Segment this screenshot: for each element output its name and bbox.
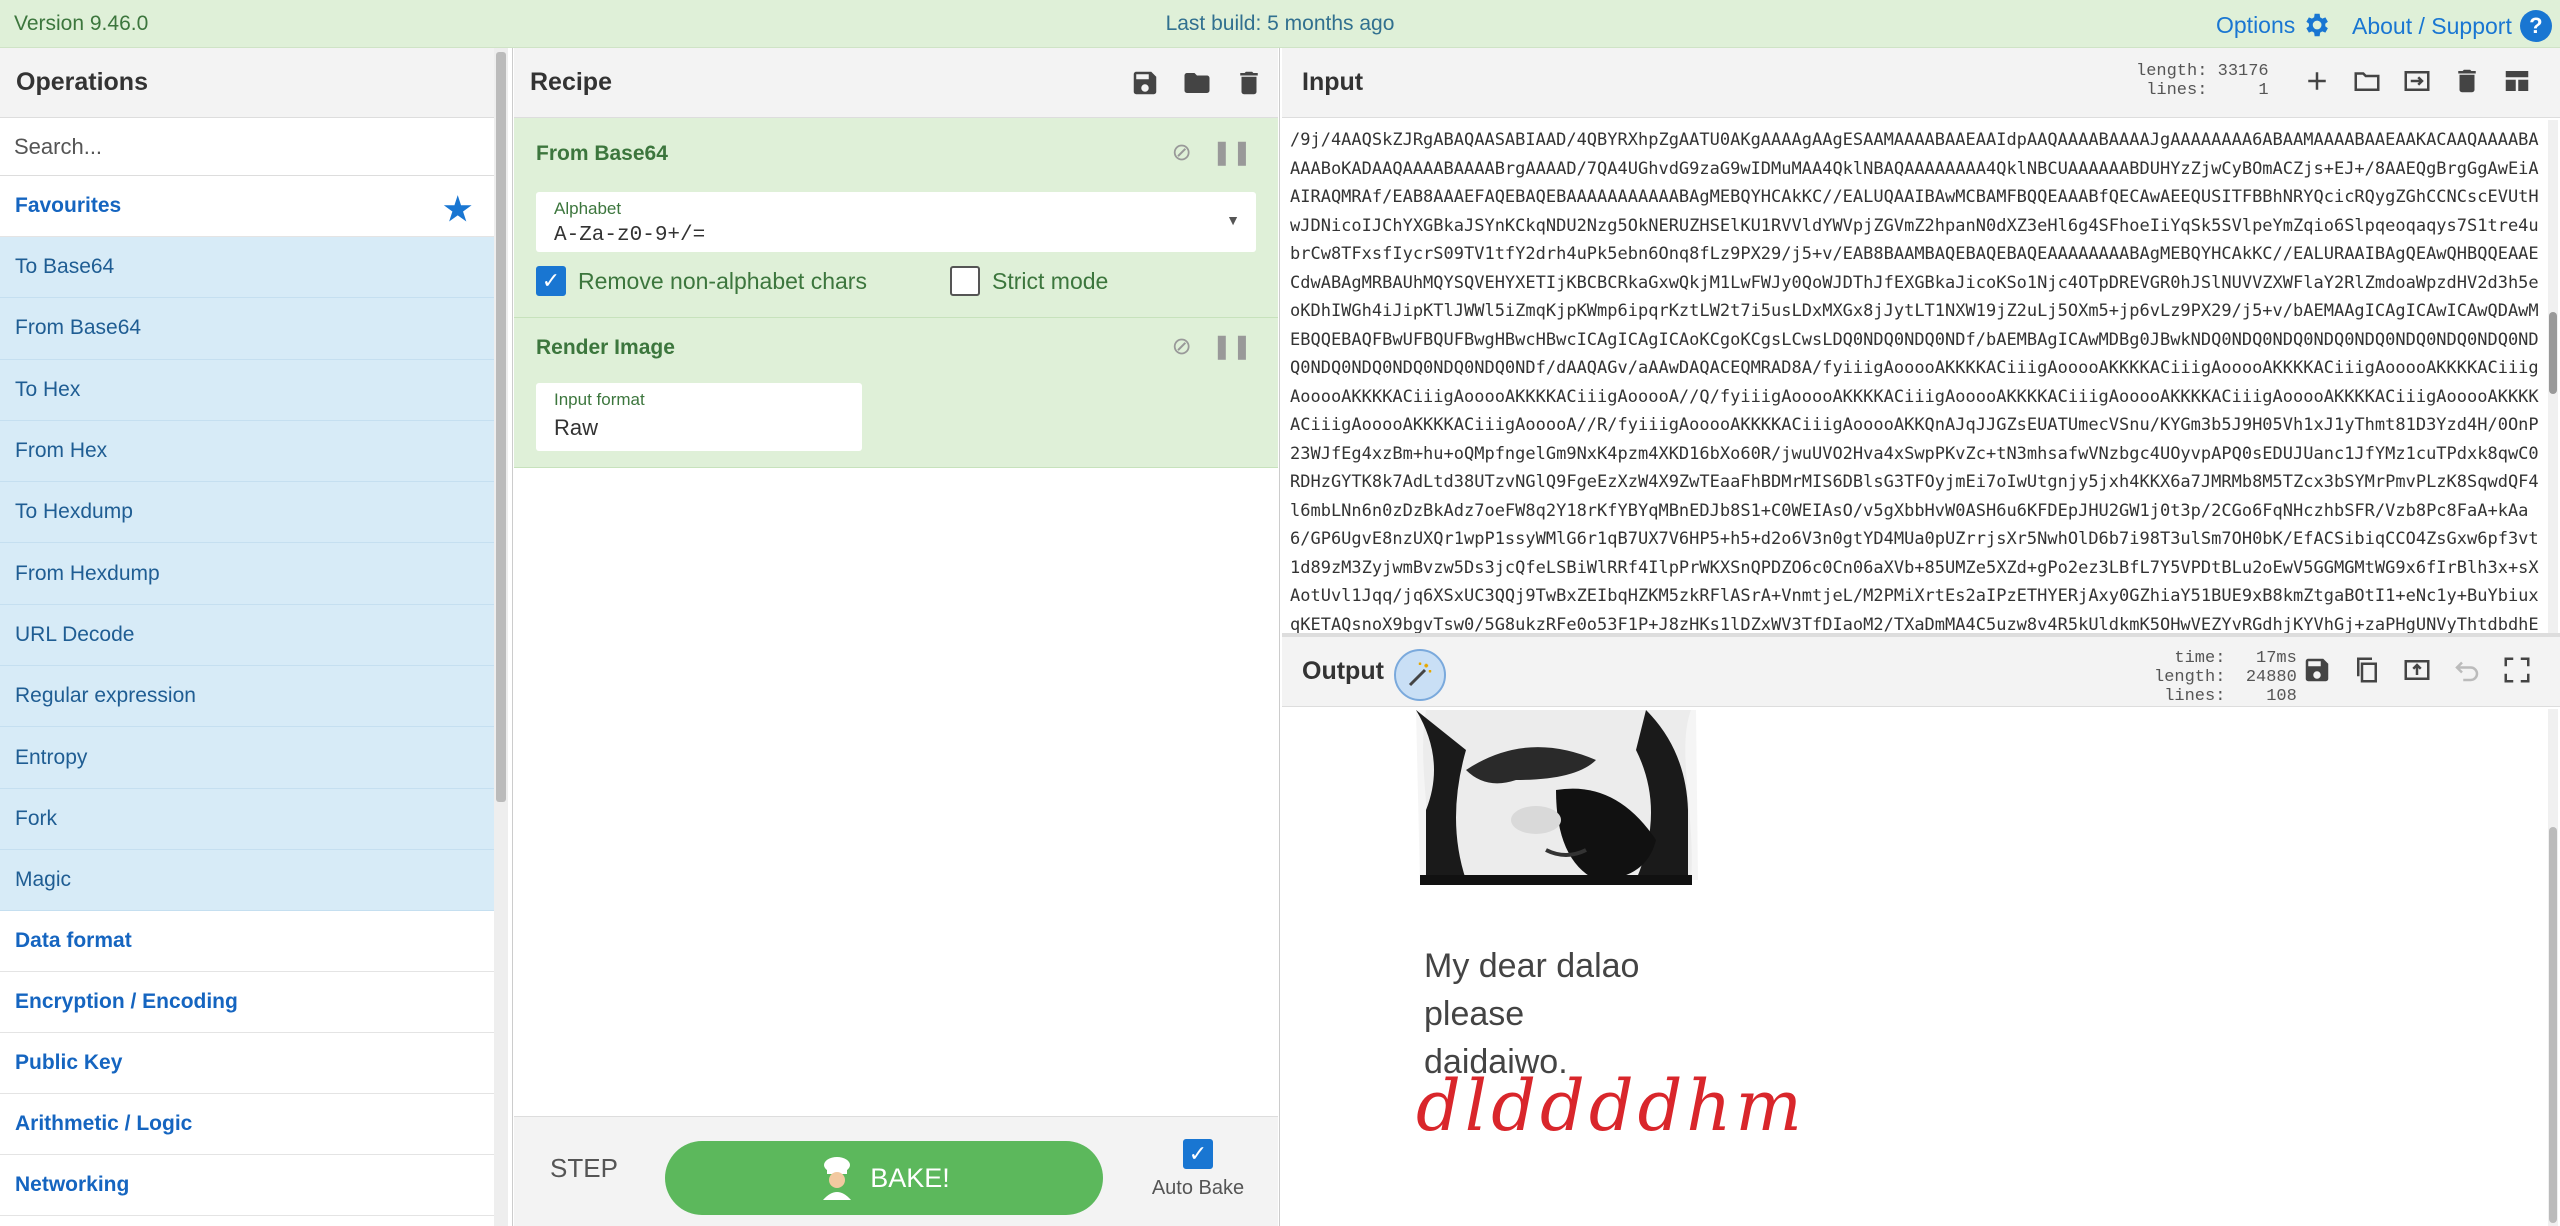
search-box[interactable] [0,118,494,176]
category-favourites-label: Favourites [15,194,122,217]
top-banner: Version 9.46.0 Last build: 5 months ago … [0,0,2560,48]
alphabet-select[interactable]: Alphabet A-Za-z0-9+/= ▼ [536,192,1256,252]
output-stats: time: 17ms length: 24880 lines: 108 [2154,649,2297,706]
category-networking[interactable]: Networking [0,1155,494,1217]
output-scrollbar-thumb[interactable] [2549,827,2557,1223]
auto-bake-checkbox[interactable]: ✓ Auto Bake [1148,1139,1248,1200]
op-from-hexdump[interactable]: From Hexdump [0,543,494,605]
output-panel: Output time: 17ms length: 24880 lines: 1… [1282,637,2560,1226]
op-to-base64[interactable]: To Base64 [0,237,494,299]
step-button[interactable]: STEP [550,1153,618,1184]
layout-icon[interactable] [2502,66,2532,96]
category-public-key[interactable]: Public Key [0,1033,494,1095]
save-icon[interactable] [2302,655,2332,685]
input-textarea[interactable]: /9j/4AAQSkZJRgABAQAASABIAAD/4QBYRXhpZgAA… [1290,126,2540,636]
auto-bake-label: Auto Bake [1151,1177,1245,1199]
op-to-hex[interactable]: To Hex [0,359,494,421]
strict-mode-checkbox[interactable]: Strict mode [950,266,1108,296]
operations-title: Operations [0,48,494,118]
last-build-label: Last build: 5 months ago [1165,12,1395,35]
trash-icon[interactable] [1234,68,1264,98]
input-format-label: Input format [554,390,645,409]
checkbox-unchecked-icon[interactable] [950,266,980,296]
category-data-format[interactable]: Data format [0,911,494,973]
options-label: Options [2216,11,2296,38]
about-support-button[interactable]: About / Support ? [2352,10,2552,42]
output-header: Output time: 17ms length: 24880 lines: 1… [1282,637,2560,707]
op-from-base64[interactable]: From Base64 [0,298,494,360]
category-favourites[interactable]: Favourites ★ [0,176,494,237]
op-magic[interactable]: Magic [0,849,494,912]
input-title: Input [1302,68,1364,96]
chevron-down-icon: ▼ [1226,212,1240,228]
recipe-op-render-image[interactable]: Render Image ⊘ ❚❚ Input format Raw [514,318,1278,468]
options-button[interactable]: Options [2216,10,2331,40]
trash-icon[interactable] [2452,66,2482,96]
operations-scrollbar[interactable] [494,48,508,1226]
undo-icon[interactable] [2452,655,2482,685]
op-regular-expression[interactable]: Regular expression [0,666,494,728]
bake-bar: STEP BAKE! ✓ Auto Bake [514,1116,1278,1226]
category-arithmetic-logic[interactable]: Arithmetic / Logic [0,1094,494,1156]
input-stats: length: 33176 lines: 1 [2136,62,2269,100]
replace-input-icon[interactable] [2402,655,2432,685]
add-tab-icon[interactable] [2302,66,2332,96]
remove-non-alphabet-label: Remove non-alphabet chars [578,267,867,294]
checkbox-checked-icon[interactable]: ✓ [536,266,566,296]
checkbox-checked-icon[interactable]: ✓ [1183,1139,1213,1169]
input-scrollbar-thumb[interactable] [2549,312,2557,394]
help-icon: ? [2519,10,2552,42]
input-panel: Input length: 33176 lines: 1 /9j/4AAQSkZ… [1282,48,2560,636]
operations-scrollbar-thumb[interactable] [496,52,506,802]
bake-label: BAKE! [870,1162,950,1193]
open-folder-icon[interactable] [2352,66,2382,96]
import-icon[interactable] [2402,66,2432,96]
recipe-title: Recipe [530,68,612,96]
remove-non-alphabet-checkbox[interactable]: ✓ Remove non-alphabet chars [536,266,867,296]
panel-divider[interactable] [1279,48,1280,1226]
maximise-icon[interactable] [2502,655,2532,685]
pause-icon[interactable]: ❚❚ [1212,332,1252,361]
input-scrollbar[interactable] [2548,120,2558,633]
alphabet-label: Alphabet [554,199,622,218]
version-label: Version 9.46.0 [14,12,149,35]
chef-icon [818,1156,856,1200]
copy-icon[interactable] [2352,655,2382,685]
magic-wand-icon[interactable] [1394,649,1446,701]
disable-icon[interactable]: ⊘ [1172,332,1192,361]
disable-icon[interactable]: ⊘ [1172,138,1192,167]
gear-icon [2301,10,2331,40]
op-from-hex[interactable]: From Hex [0,420,494,483]
recipe-header: Recipe [514,48,1278,118]
meme-caption-line1: My dear dalao please [1424,947,1640,1033]
op-url-decode[interactable]: URL Decode [0,604,494,667]
recipe-op-from-base64[interactable]: From Base64 ⊘ ❚❚ Alphabet A-Za-z0-9+/= ▼… [514,118,1278,318]
folder-icon[interactable] [1182,68,1212,98]
input-header: Input length: 33176 lines: 1 [1282,48,2560,118]
star-icon[interactable]: ★ [443,190,472,228]
panel-divider[interactable] [512,48,513,1226]
recipe-panel: Recipe From Base64 ⊘ ❚❚ Alphabet A-Za-z0… [514,48,1278,1226]
op-fork[interactable]: Fork [0,788,494,850]
output-title: Output [1302,657,1384,685]
op-name: Render Image [536,336,675,359]
input-format-value: Raw [554,415,599,440]
strict-mode-label: Strict mode [992,267,1109,294]
op-to-hexdump[interactable]: To Hexdump [0,482,494,544]
input-format-select[interactable]: Input format Raw [536,383,862,451]
save-icon[interactable] [1130,68,1160,98]
meme-handwriting: dlddddhm [1416,1065,1806,1147]
output-scrollbar[interactable] [2548,709,2558,1226]
about-label: About / Support [2352,12,2512,39]
search-input[interactable] [14,133,480,160]
op-name: From Base64 [536,142,668,165]
category-encryption-encoding[interactable]: Encryption / Encoding [0,972,494,1034]
bake-button[interactable]: BAKE! [665,1141,1103,1215]
alphabet-value: A-Za-z0-9+/= [554,224,706,247]
rendered-image: My dear dalao please daidaiwo. dlddddhm [1406,710,1802,1180]
pause-icon[interactable]: ❚❚ [1212,138,1252,167]
operations-panel: Operations Favourites ★ To Base64 From B… [0,48,494,1226]
op-entropy[interactable]: Entropy [0,727,494,789]
